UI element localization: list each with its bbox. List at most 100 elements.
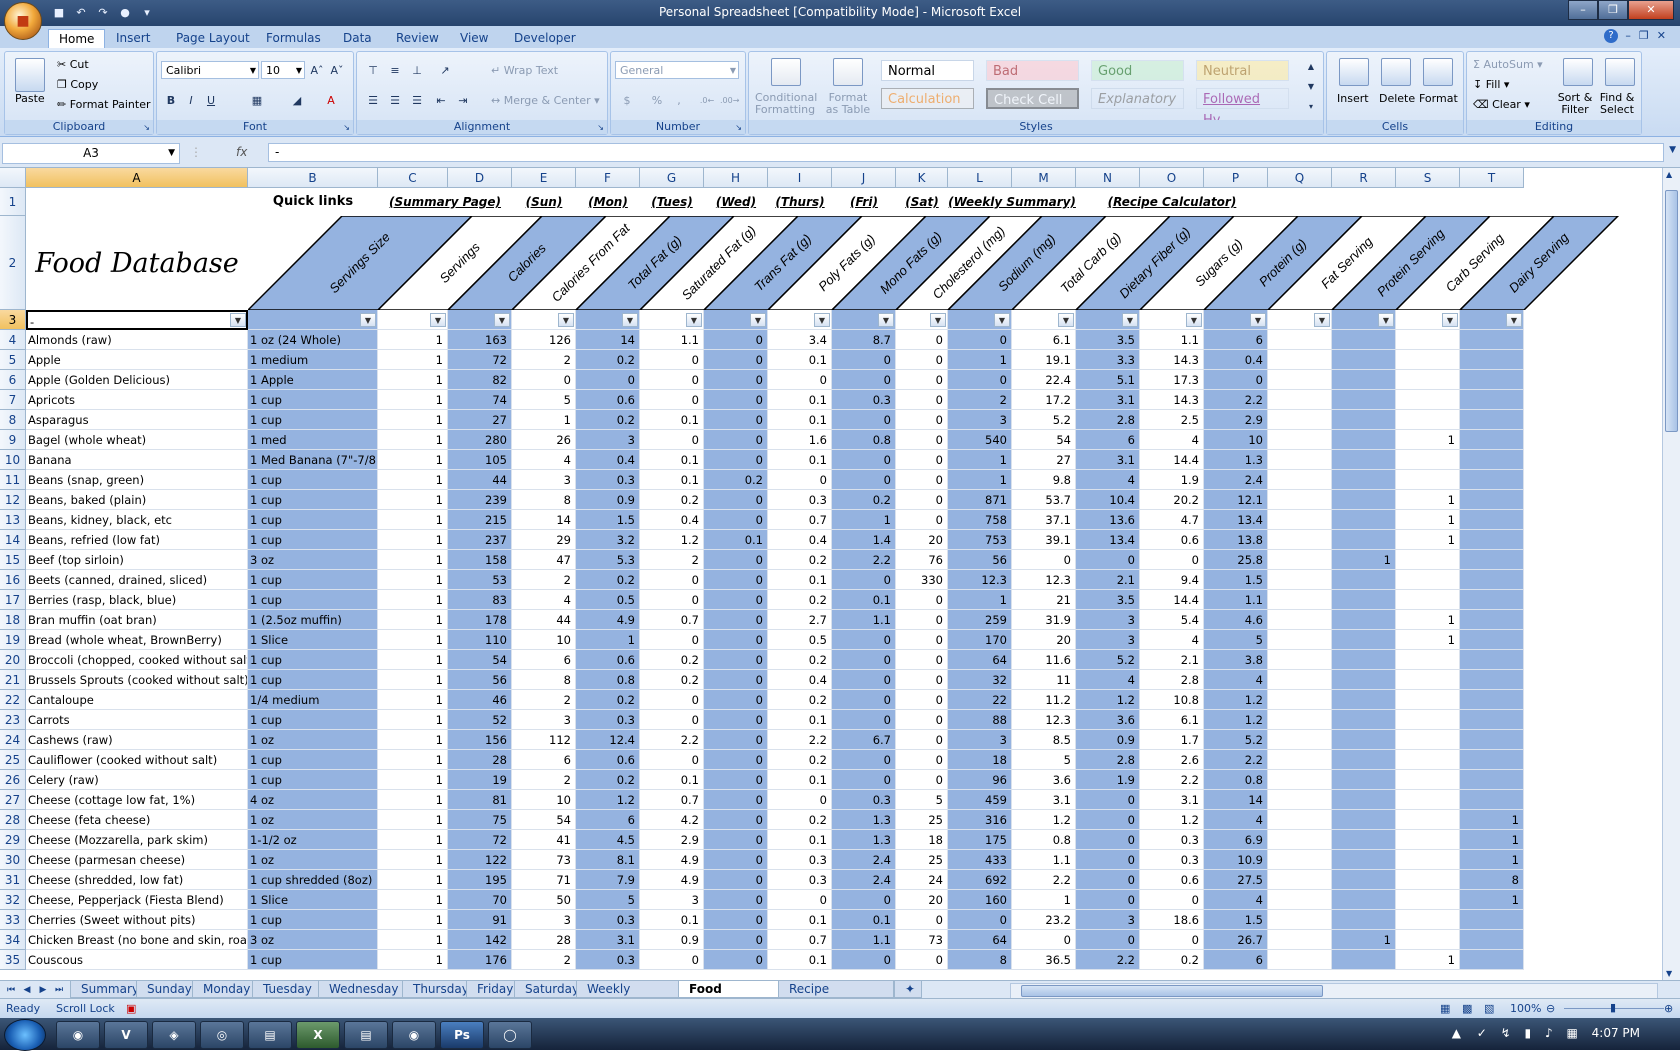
close-button[interactable]: ✕ [1628, 0, 1674, 20]
value-cell[interactable] [1332, 710, 1396, 730]
value-cell[interactable]: 0 [704, 950, 768, 970]
value-cell[interactable]: 0.6 [1140, 870, 1204, 890]
value-cell[interactable]: 112 [512, 730, 576, 750]
value-cell[interactable]: 0.9 [576, 490, 640, 510]
row-header-5[interactable]: 5 [0, 350, 26, 370]
first-sheet-icon[interactable]: ⏮ [4, 983, 18, 997]
value-cell[interactable] [1460, 930, 1524, 950]
align-middle-icon[interactable]: ≡ [385, 62, 405, 80]
sort-filter-button[interactable]: Sort & Filter [1555, 92, 1595, 116]
value-cell[interactable]: 41 [512, 830, 576, 850]
value-cell[interactable] [1396, 890, 1460, 910]
quick-link[interactable]: (Thurs) [768, 189, 832, 216]
value-cell[interactable]: 1.9 [1076, 770, 1140, 790]
value-cell[interactable]: 1.2 [1012, 810, 1076, 830]
value-cell[interactable] [1268, 430, 1332, 450]
value-cell[interactable]: 14 [576, 330, 640, 350]
sheet-tab[interactable]: Weekly Summary [576, 981, 680, 1013]
value-cell[interactable]: 0 [704, 670, 768, 690]
row-header-20[interactable]: 20 [0, 650, 26, 670]
value-cell[interactable]: 3 [1076, 610, 1140, 630]
value-cell[interactable] [1268, 670, 1332, 690]
serving-size-cell[interactable]: 1/4 medium [248, 690, 378, 710]
value-cell[interactable]: 17.2 [1012, 390, 1076, 410]
value-cell[interactable]: 0 [896, 950, 948, 970]
tray-expand-icon[interactable]: ▲ [1452, 1026, 1461, 1040]
quick-link[interactable]: (Fri) [832, 189, 896, 216]
column-header-q[interactable]: Q [1268, 168, 1332, 188]
value-cell[interactable]: 0.5 [768, 630, 832, 650]
food-name-cell[interactable]: Cheese (parmesan cheese) [26, 850, 248, 870]
value-cell[interactable]: 0 [704, 750, 768, 770]
font-color-icon[interactable]: A [321, 92, 341, 110]
value-cell[interactable] [1396, 370, 1460, 390]
styles-scroll-up-icon[interactable]: ▲ [1301, 58, 1321, 76]
value-cell[interactable]: 0 [832, 410, 896, 430]
explorer-icon[interactable]: ▤ [248, 1021, 292, 1049]
value-cell[interactable] [1332, 810, 1396, 830]
value-cell[interactable]: 1.4 [832, 530, 896, 550]
serving-size-cell[interactable]: 1 cup [248, 510, 378, 530]
value-cell[interactable]: 9.4 [1140, 570, 1204, 590]
value-cell[interactable]: 8 [948, 950, 1012, 970]
format-painter-button[interactable]: ✏ Format Painter [57, 98, 151, 111]
value-cell[interactable]: 3.1 [576, 930, 640, 950]
value-cell[interactable] [1268, 350, 1332, 370]
value-cell[interactable]: 3 [1076, 630, 1140, 650]
value-cell[interactable]: 1 [378, 630, 448, 650]
value-cell[interactable]: 1.2 [1076, 690, 1140, 710]
food-name-cell[interactable]: Beans, refried (low fat) [26, 530, 248, 550]
food-name-cell[interactable]: Cheese (Mozzarella, park skim) [26, 830, 248, 850]
value-cell[interactable] [1396, 850, 1460, 870]
value-cell[interactable]: 0 [704, 890, 768, 910]
increase-indent-icon[interactable]: ⇥ [453, 92, 473, 110]
value-cell[interactable]: 0.3 [576, 470, 640, 490]
value-cell[interactable]: 0.2 [576, 410, 640, 430]
value-cell[interactable] [1268, 630, 1332, 650]
value-cell[interactable]: 4 [512, 590, 576, 610]
value-cell[interactable]: 0.1 [768, 450, 832, 470]
value-cell[interactable]: 29 [512, 530, 576, 550]
filter-dropdown-icon[interactable]: ▼ [814, 313, 830, 327]
value-cell[interactable] [1460, 730, 1524, 750]
value-cell[interactable]: 0.1 [640, 770, 704, 790]
value-cell[interactable]: 5 [1204, 630, 1268, 650]
value-cell[interactable]: 0.1 [640, 910, 704, 930]
value-cell[interactable]: 126 [512, 330, 576, 350]
value-cell[interactable] [1268, 390, 1332, 410]
value-cell[interactable]: 1 [1460, 890, 1524, 910]
column-header-t[interactable]: T [1460, 168, 1524, 188]
value-cell[interactable]: 91 [448, 910, 512, 930]
media-icon[interactable]: ◎ [200, 1021, 244, 1049]
food-name-cell[interactable]: Beans, kidney, black, etc [26, 510, 248, 530]
value-cell[interactable] [1460, 770, 1524, 790]
game-icon[interactable]: ◉ [392, 1021, 436, 1049]
value-cell[interactable]: 27 [1012, 450, 1076, 470]
prev-sheet-icon[interactable]: ◀ [20, 983, 34, 997]
notepad-icon[interactable]: ▤ [344, 1021, 388, 1049]
value-cell[interactable] [1332, 570, 1396, 590]
value-cell[interactable] [1332, 430, 1396, 450]
value-cell[interactable]: 0 [768, 470, 832, 490]
value-cell[interactable] [1460, 390, 1524, 410]
value-cell[interactable]: 70 [448, 890, 512, 910]
value-cell[interactable]: 1.2 [1204, 710, 1268, 730]
value-cell[interactable]: 0.8 [576, 670, 640, 690]
value-cell[interactable]: 83 [448, 590, 512, 610]
value-cell[interactable]: 758 [948, 510, 1012, 530]
value-cell[interactable]: 4 [1076, 470, 1140, 490]
value-cell[interactable]: 20.2 [1140, 490, 1204, 510]
serving-size-cell[interactable]: 1 cup [248, 750, 378, 770]
value-cell[interactable]: 74 [448, 390, 512, 410]
value-cell[interactable]: 2 [512, 350, 576, 370]
zoom-in-icon[interactable]: ⊕ [1664, 1002, 1673, 1015]
value-cell[interactable]: 19 [448, 770, 512, 790]
value-cell[interactable] [1396, 390, 1460, 410]
value-cell[interactable]: 2 [512, 570, 576, 590]
value-cell[interactable] [1268, 610, 1332, 630]
value-cell[interactable]: 170 [948, 630, 1012, 650]
value-cell[interactable]: 0.1 [768, 350, 832, 370]
quick-link[interactable]: (Mon) [576, 189, 640, 216]
filter-dropdown-icon[interactable]: ▼ [1442, 313, 1458, 327]
value-cell[interactable]: 0 [832, 750, 896, 770]
